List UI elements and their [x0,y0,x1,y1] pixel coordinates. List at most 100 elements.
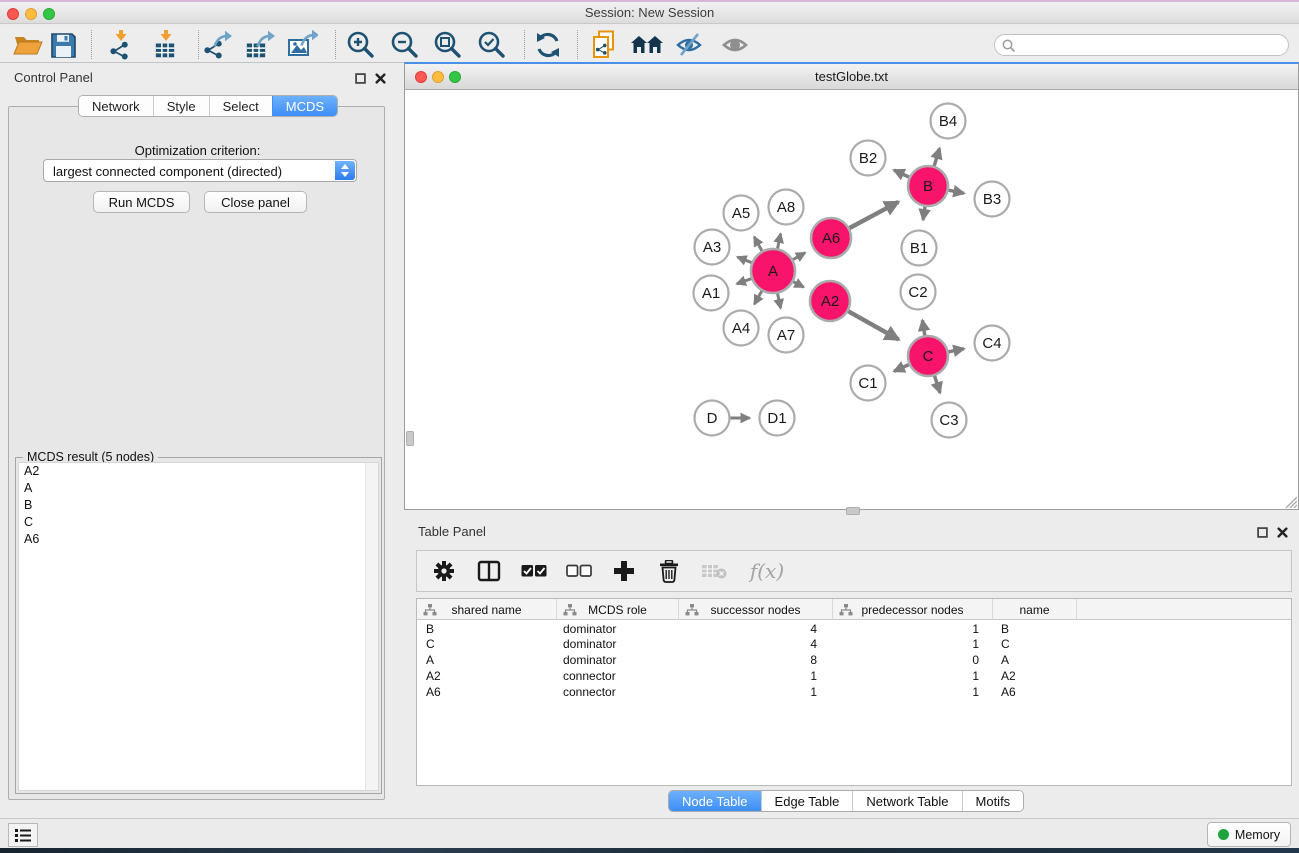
table-cell[interactable]: dominator [557,636,679,652]
delete-column-button[interactable] [655,557,683,585]
table-cell[interactable]: B [417,620,557,636]
graph-node-D[interactable]: D [695,401,730,436]
tab-network[interactable]: Network [79,96,153,116]
table-cell[interactable]: A6 [993,683,1077,699]
hide-selected-button[interactable] [673,29,707,61]
criterion-dropdown[interactable]: largest connected component (directed) [43,159,357,182]
table-cell[interactable]: A [417,652,557,668]
memory-button[interactable]: Memory [1207,822,1291,847]
table-cell[interactable]: B [993,620,1077,636]
search-input[interactable] [1019,36,1280,54]
graph-node-B1[interactable]: B1 [902,231,937,266]
float-panel-icon[interactable] [1257,527,1268,538]
table-cell[interactable]: 1 [833,683,993,699]
zoom-out-button[interactable] [388,29,422,61]
table-cell[interactable]: 8 [679,652,833,668]
graph-node-A5[interactable]: A5 [724,196,759,231]
column-header-shared-name[interactable]: shared name [417,599,557,620]
graph-node-B3[interactable]: B3 [975,182,1010,217]
zoom-fit-button[interactable] [431,29,465,61]
new-network-from-selection-button[interactable] [588,29,622,61]
graph-node-A8[interactable]: A8 [769,190,804,225]
table-cell[interactable]: dominator [557,620,679,636]
column-header-name[interactable]: name [993,599,1077,620]
close-panel-icon[interactable] [1277,527,1288,538]
graph-node-A7[interactable]: A7 [769,318,804,353]
table-row[interactable]: Cdominator41C [417,636,1291,652]
column-header-mcds-role[interactable]: MCDS role [557,599,679,620]
refresh-layout-button[interactable] [531,29,565,61]
delete-table-button[interactable] [700,557,728,585]
graph-edge-A2-C[interactable] [846,310,899,340]
run-mcds-button[interactable]: Run MCDS [93,191,190,213]
tab-mcds[interactable]: MCDS [272,96,337,116]
home-layout-button[interactable] [630,29,664,61]
mcds-result-list[interactable]: A2ABCA6 [18,462,379,791]
table-cell[interactable]: 4 [679,636,833,652]
graph-node-D1[interactable]: D1 [760,401,795,436]
mcds-result-item[interactable]: B [19,497,378,514]
table-cell[interactable]: 1 [679,667,833,683]
canvas-left-grip[interactable] [406,431,414,446]
network-window-titlebar[interactable]: testGlobe.txt [405,64,1298,90]
close-panel-icon[interactable] [375,73,386,84]
mcds-result-item[interactable]: C [19,513,378,530]
network-graph[interactable]: AA1A2A3A4A5A6A7A8BB1B2B3B4CC1C2C3C4DD1 [405,90,1298,510]
node-table[interactable]: shared name MCDS role successor nodes pr… [416,598,1292,786]
tab-motifs[interactable]: Motifs [962,791,1024,811]
network-window[interactable]: testGlobe.txt AA1A2A3A4A5A6A7A8BB1B2B3B4… [404,62,1299,510]
graph-node-A4[interactable]: A4 [724,311,759,346]
export-network-button[interactable] [200,29,234,61]
tab-edge-table[interactable]: Edge Table [761,791,853,811]
graph-node-C2[interactable]: C2 [901,275,936,310]
table-cell[interactable]: dominator [557,652,679,668]
tab-network-table[interactable]: Network Table [852,791,961,811]
graph-node-A1[interactable]: A1 [694,276,729,311]
show-all-button[interactable] [719,29,753,61]
table-cell[interactable]: 1 [679,683,833,699]
export-table-button[interactable] [243,29,277,61]
select-all-button[interactable] [520,557,548,585]
tab-select[interactable]: Select [209,96,272,116]
column-header-predecessor-nodes[interactable]: predecessor nodes [833,599,993,620]
table-cell[interactable]: 1 [833,667,993,683]
tab-node-table[interactable]: Node Table [669,791,761,811]
show-column-button[interactable] [475,557,503,585]
save-session-button[interactable] [46,29,80,61]
graph-node-C3[interactable]: C3 [932,403,967,438]
table-cell[interactable]: C [993,636,1077,652]
scrollbar-track[interactable] [365,463,378,790]
mcds-result-item[interactable]: A [19,480,378,497]
table-cell[interactable]: A6 [417,683,557,699]
import-network-button[interactable] [104,29,138,61]
zoom-selected-button[interactable] [475,29,509,61]
table-cell[interactable]: 1 [833,620,993,636]
graph-node-A6[interactable]: A6 [811,218,851,258]
table-cell[interactable]: C [417,636,557,652]
table-cell[interactable]: A2 [993,667,1077,683]
graph-node-A2[interactable]: A2 [810,281,850,321]
table-cell[interactable]: connector [557,683,679,699]
table-row[interactable]: A2connector11A2 [417,667,1291,683]
unselect-all-button[interactable] [565,557,593,585]
export-image-button[interactable] [286,29,320,61]
import-table-button[interactable] [149,29,183,61]
table-cell[interactable]: A2 [417,667,557,683]
close-panel-button[interactable]: Close panel [204,191,307,213]
table-row[interactable]: Adominator80A [417,652,1291,668]
graph-node-C[interactable]: C [908,336,948,376]
task-history-button[interactable] [8,823,38,847]
graph-node-A[interactable]: A [751,249,795,293]
mcds-result-item[interactable]: A6 [19,530,378,547]
open-file-button[interactable] [11,29,45,61]
graph-node-B[interactable]: B [908,166,948,206]
graph-node-C4[interactable]: C4 [975,326,1010,361]
graph-node-B4[interactable]: B4 [931,104,966,139]
zoom-in-button[interactable] [344,29,378,61]
table-body[interactable]: Bdominator41BCdominator41CAdominator80AA… [417,620,1291,785]
graph-node-C1[interactable]: C1 [851,366,886,401]
resize-grip-icon[interactable] [1282,493,1297,508]
table-cell[interactable]: 0 [833,652,993,668]
table-cell[interactable]: A [993,652,1077,668]
canvas-bottom-grip[interactable] [846,507,860,515]
